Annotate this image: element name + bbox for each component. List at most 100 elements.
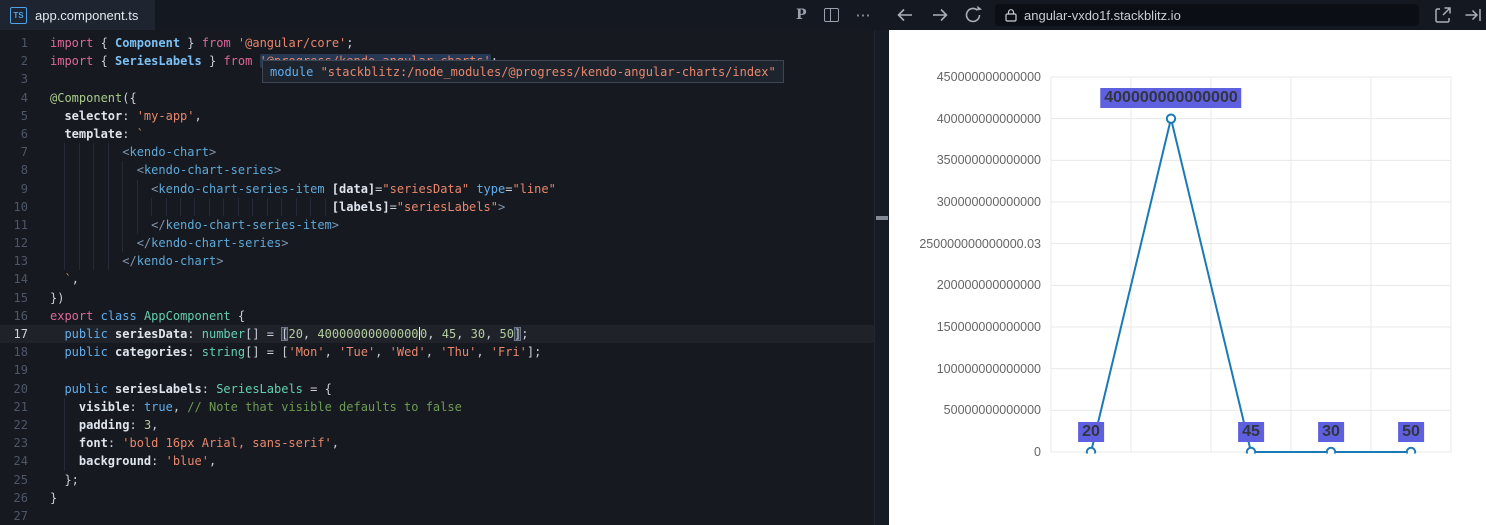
- indent-guide: [194, 197, 196, 216]
- code-token: 'bold 16px Arial, sans-serif': [122, 436, 332, 451]
- code-line[interactable]: 19: [0, 361, 889, 379]
- code-line[interactable]: 18 public categories: string[] = ['Mon',…: [0, 343, 889, 361]
- indent-guide: [180, 197, 182, 216]
- code-line[interactable]: 26}: [0, 489, 889, 507]
- y-axis-tick-label: 150000000000000: [936, 320, 1041, 334]
- line-number: 16: [13, 308, 28, 323]
- code-token: background: [78, 454, 152, 469]
- open-in-new-window-button[interactable]: [1432, 4, 1454, 26]
- indent-guide: [64, 161, 66, 180]
- code-token: "seriesLabels": [396, 199, 498, 214]
- preview-forward-button[interactable]: [928, 3, 952, 27]
- indent-guide: [136, 197, 138, 216]
- code-line[interactable]: 1 import { Component } from '@angular/cor…: [0, 34, 889, 52]
- editor-scrollbar[interactable]: [874, 30, 889, 525]
- code-token: 30: [470, 327, 486, 341]
- series-data-label: 20: [1078, 421, 1104, 442]
- split-editor-button[interactable]: [823, 8, 839, 22]
- code-token: 50: [499, 327, 514, 341]
- dock-preview-button[interactable]: [1462, 4, 1484, 26]
- code-token: Component: [115, 36, 181, 50]
- indent-guide: [223, 197, 225, 216]
- move-panel-right-icon: [1465, 9, 1481, 21]
- indent-guide: [93, 179, 95, 198]
- code-token: number: [201, 327, 246, 341]
- code-token: ,: [194, 108, 202, 123]
- code-line[interactable]: 10 [labels]="seriesLabels">: [0, 197, 889, 216]
- y-axis-tick-label: 200000000000000: [936, 278, 1041, 293]
- code-editor-pane[interactable]: 1 import { Component } from '@angular/cor…: [0, 30, 889, 525]
- code-line[interactable]: 24 background: 'blue',: [0, 452, 889, 471]
- code-token: [labels]: [331, 199, 390, 214]
- code-token: ,: [172, 399, 188, 414]
- code-line[interactable]: 14 `,: [0, 270, 889, 288]
- code-token: </: [136, 236, 152, 251]
- code-line[interactable]: 13 </kendo-chart>: [0, 252, 889, 271]
- preview-refresh-button[interactable]: [961, 3, 985, 27]
- code-line[interactable]: 15}): [0, 289, 889, 307]
- editor-actions: P ⋯: [796, 0, 872, 30]
- series-data-label: 30: [1318, 421, 1344, 442]
- code-line[interactable]: 4 @Component({: [0, 89, 889, 107]
- code-line[interactable]: 22 padding: 3,: [0, 415, 889, 435]
- code-token: string: [201, 345, 246, 360]
- y-axis-tick-label: 450000000000000: [936, 70, 1041, 84]
- code-token: from: [223, 54, 253, 69]
- line-number: 9: [20, 181, 28, 196]
- hover-tooltip: module "stackblitz:/node_modules/@progre…: [262, 60, 784, 83]
- code-token: kendo-chart-series: [143, 163, 274, 178]
- code-line[interactable]: 12 </kendo-chart-series>: [0, 234, 889, 253]
- indent-guide: [122, 234, 124, 253]
- indent-guide: [266, 197, 268, 216]
- code-token: seriesLabels: [115, 381, 202, 396]
- code-area[interactable]: 1 import { Component } from '@angular/cor…: [0, 34, 889, 525]
- code-line[interactable]: 20 public seriesLabels: SeriesLabels = {: [0, 380, 889, 398]
- code-line[interactable]: 7 <kendo-chart>: [0, 143, 889, 162]
- preview-back-button[interactable]: [893, 3, 917, 27]
- code-token: ,: [324, 345, 340, 360]
- code-line[interactable]: 21 visible: true, // Note that visible d…: [0, 397, 889, 416]
- indent-guide: [64, 397, 66, 416]
- code-token: :: [187, 345, 202, 360]
- code-token: from: [201, 36, 231, 50]
- indent-guide: [78, 215, 80, 235]
- code-token: :: [129, 399, 144, 414]
- line-number: 18: [13, 345, 28, 360]
- code-line[interactable]: 11 </kendo-chart-series-item>: [0, 215, 889, 235]
- prettier-format-button[interactable]: P: [796, 7, 807, 23]
- tooltip-module-path: "stackblitz:/node_modules/@progress/kend…: [313, 64, 776, 79]
- tooltip-keyword: module: [270, 64, 314, 79]
- code-line[interactable]: 17 public seriesData: number[] = [20, 40…: [0, 325, 889, 344]
- preview-url-bar[interactable]: angular-vxdo1f.stackblitz.io: [995, 4, 1419, 26]
- code-line[interactable]: 23 font: 'bold 16px Arial, sans-serif',: [0, 434, 889, 453]
- code-token: >: [208, 145, 217, 160]
- line-number: 5: [20, 108, 28, 123]
- y-axis-tick-label: 250000000000000.03: [919, 236, 1041, 251]
- code-token: kendo-chart: [136, 254, 217, 269]
- y-axis-tick-label: 350000000000000: [936, 153, 1041, 168]
- indent-guide: [64, 415, 66, 435]
- code-token: {: [230, 308, 246, 323]
- code-line[interactable]: 9 <kendo-chart-series-item [data]="serie…: [0, 179, 889, 198]
- code-token: ;: [521, 327, 529, 341]
- code-token: class: [100, 308, 137, 323]
- indent-guide: [295, 197, 297, 216]
- line-number: 7: [20, 145, 28, 160]
- code-line[interactable]: 25 };: [0, 471, 889, 489]
- more-actions-button[interactable]: ⋯: [856, 6, 872, 24]
- line-number: 3: [20, 72, 28, 87]
- code-line[interactable]: 6 template: `: [0, 125, 889, 143]
- code-line[interactable]: 5 selector: 'my-app',: [0, 107, 889, 125]
- code-line[interactable]: 27: [0, 507, 889, 525]
- code-line[interactable]: 8 <kendo-chart-series>: [0, 161, 889, 180]
- preview-pane: 450000000000000 400000000000000 3500000000…: [889, 30, 1486, 525]
- code-token: [] =: [245, 327, 282, 341]
- tab-app-component-ts[interactable]: TS app.component.ts: [0, 0, 155, 30]
- code-line[interactable]: 16 export class AppComponent {: [0, 307, 889, 325]
